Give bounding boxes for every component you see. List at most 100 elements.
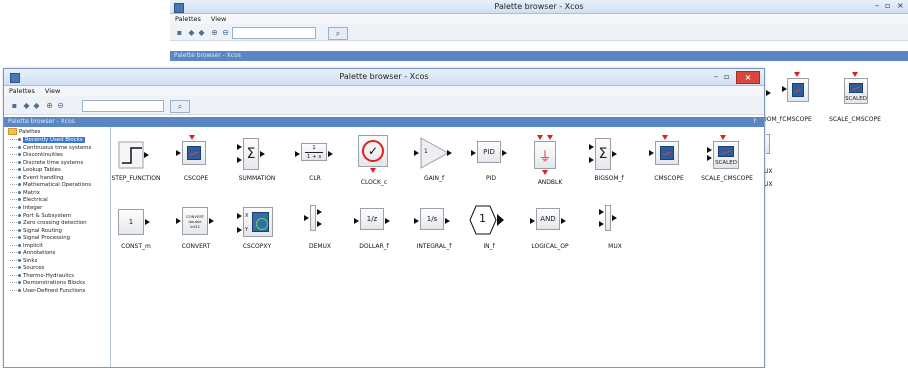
tree-connector [10, 237, 17, 239]
menu-palettes[interactable]: Palettes [175, 15, 201, 23]
tree-item[interactable]: Continuous time systems [10, 145, 91, 152]
palette-block-pid[interactable]: PID PID [471, 135, 511, 182]
tree-connector [10, 229, 17, 231]
palette-block-dollar-f[interactable]: 1/z DOLLAR_f [354, 203, 394, 250]
tree-root[interactable]: Palettes [8, 128, 40, 135]
tree-item[interactable]: Electrical [10, 197, 48, 204]
input-port-shape [469, 205, 504, 235]
partial-label: UX [764, 181, 773, 188]
tree-item[interactable]: User-Defined Functions [10, 288, 85, 295]
block-label: CSCOPXY [242, 243, 272, 250]
block-label: PID [485, 175, 496, 182]
palette-block-scale-cmscope[interactable]: SCALED SCALE_CMSCOPE [701, 135, 753, 182]
palette-block-in-f[interactable]: 1 IN_f [469, 203, 509, 250]
tree-item[interactable]: Discrete time systems [10, 160, 83, 167]
forward-arrow-icon[interactable]: ◆ [32, 101, 41, 110]
palette-block-cscope[interactable]: CSCOPE [176, 135, 216, 182]
tree-connector [10, 199, 17, 201]
tree-item[interactable]: Implicit [10, 243, 43, 250]
tree-item-label: Thermo-Hydraulics [23, 272, 75, 279]
convert-to: int32 [190, 223, 200, 229]
arrow-icon [502, 150, 507, 156]
dollar-icon-box: 1/z [360, 208, 384, 230]
bullet-icon [18, 273, 21, 277]
bullet-icon [18, 281, 21, 285]
search-input[interactable] [82, 100, 164, 112]
tree-item-label: Annotations [23, 250, 56, 257]
back-arrow-icon[interactable]: ◆ [187, 28, 196, 37]
palette-block-mux[interactable]: MUX [595, 203, 635, 250]
palette-block-convert[interactable]: CONVERT double int32 CONVERT [176, 203, 216, 250]
save-icon[interactable]: ▪ [175, 28, 184, 37]
minimize-button[interactable]: – [714, 71, 718, 83]
palette-block-cmscope[interactable]: CMSCOPE [649, 135, 689, 182]
scope-icon [787, 78, 809, 102]
palette-block-bigsom-f[interactable]: Σ BIGSOM_f [589, 135, 629, 182]
tree-item[interactable]: Signal Routing [10, 228, 62, 235]
tree-item[interactable]: Mathematical Operations [10, 182, 91, 189]
palette-block-summation[interactable]: Σ SUMMATION [237, 135, 277, 182]
tree-item[interactable]: Annotations [10, 250, 55, 257]
tree-item[interactable]: Matrix [10, 190, 40, 197]
menu-palettes[interactable]: Palettes [9, 87, 35, 95]
search-button[interactable]: ⌕ [170, 100, 190, 113]
block-label: CLR [309, 175, 321, 182]
front-palette-window: Palette browser - Xcos – ▫ × Palettes Vie… [3, 68, 765, 368]
arrow-icon [237, 157, 242, 163]
tree-item[interactable]: Sinks [10, 258, 37, 265]
close-button[interactable]: × [736, 71, 760, 84]
close-button[interactable]: × [897, 0, 904, 12]
arrow-icon [707, 155, 712, 161]
palette-block-clock-c[interactable]: ✓ CLOCK_c [354, 135, 394, 186]
palette-block-step-function[interactable]: STEP_FUNCTION [111, 135, 161, 182]
palette-block-demux[interactable]: DEMUX [300, 203, 340, 250]
help-icon[interactable]: ? [753, 117, 756, 127]
back-partial-mux [764, 134, 776, 156]
zoom-out-icon[interactable]: ⊖ [221, 28, 230, 37]
palette-block-clr[interactable]: 1 1 + s CLR [295, 135, 335, 182]
palette-block-cscopxy[interactable]: X Y CSCOPXY [237, 203, 277, 250]
back-block-scale-cmscope: SCALED SCALE_CMSCOPE [829, 72, 881, 123]
and-event-box: ⏚ [534, 141, 556, 169]
tree-item[interactable]: Port & Subsystem [10, 213, 71, 220]
maximize-button[interactable]: ▫ [885, 0, 890, 12]
tree-connector [10, 274, 17, 276]
forward-arrow-icon[interactable]: ◆ [197, 28, 206, 37]
palette-block-logical-op[interactable]: AND LOGICAL_OP [530, 203, 570, 250]
palette-block-integral-f[interactable]: 1/s INTEGRAL_f [414, 203, 454, 250]
tree-item[interactable]: Discontinuities [10, 152, 63, 159]
bullet-icon [18, 160, 21, 164]
tree-item[interactable]: Lookup Tables [10, 167, 61, 174]
tree-item[interactable]: Sources [10, 265, 44, 272]
tree-item[interactable]: Demonstrations Blocks [10, 280, 85, 287]
tree-item[interactable]: Recently Used Blocks [10, 137, 85, 144]
block-label: STEP_FUNCTION [111, 175, 161, 182]
maximize-button[interactable]: ▫ [724, 71, 729, 83]
logic-icon-box: AND [536, 208, 560, 230]
arrow-icon [354, 218, 359, 224]
palette-block-andblk[interactable]: ⏚ ANDBLK [530, 135, 570, 186]
zoom-in-icon[interactable]: ⊕ [210, 28, 219, 37]
palette-block-gain-f[interactable]: 1 GAIN_f [414, 135, 454, 182]
back-arrow-icon[interactable]: ◆ [22, 101, 31, 110]
tree-item[interactable]: Zero crossing detection [10, 220, 87, 227]
back-search-input[interactable] [232, 27, 316, 39]
zoom-out-icon[interactable]: ⊖ [56, 101, 65, 110]
save-icon[interactable]: ▪ [10, 101, 19, 110]
minimize-button[interactable]: – [875, 0, 879, 12]
tree-connector [10, 161, 17, 163]
back-search-button[interactable]: ⌕ [328, 27, 348, 40]
front-path-bar: Palette browser - Xcos ? [4, 117, 764, 127]
arrow-icon [414, 150, 419, 156]
tree-item[interactable]: Event handling [10, 175, 64, 182]
bullet-icon [18, 190, 21, 194]
palette-block-const-m[interactable]: 1 CONST_m [116, 203, 156, 250]
arrow-icon [599, 209, 604, 215]
menu-view[interactable]: View [45, 87, 60, 95]
tree-item[interactable]: Thermo-Hydraulics [10, 273, 74, 280]
tree-item[interactable]: Integer [10, 205, 42, 212]
zoom-in-icon[interactable]: ⊕ [45, 101, 54, 110]
tree-connector [10, 184, 17, 186]
menu-view[interactable]: View [211, 15, 226, 23]
tree-item[interactable]: Signal Processing [10, 235, 70, 242]
